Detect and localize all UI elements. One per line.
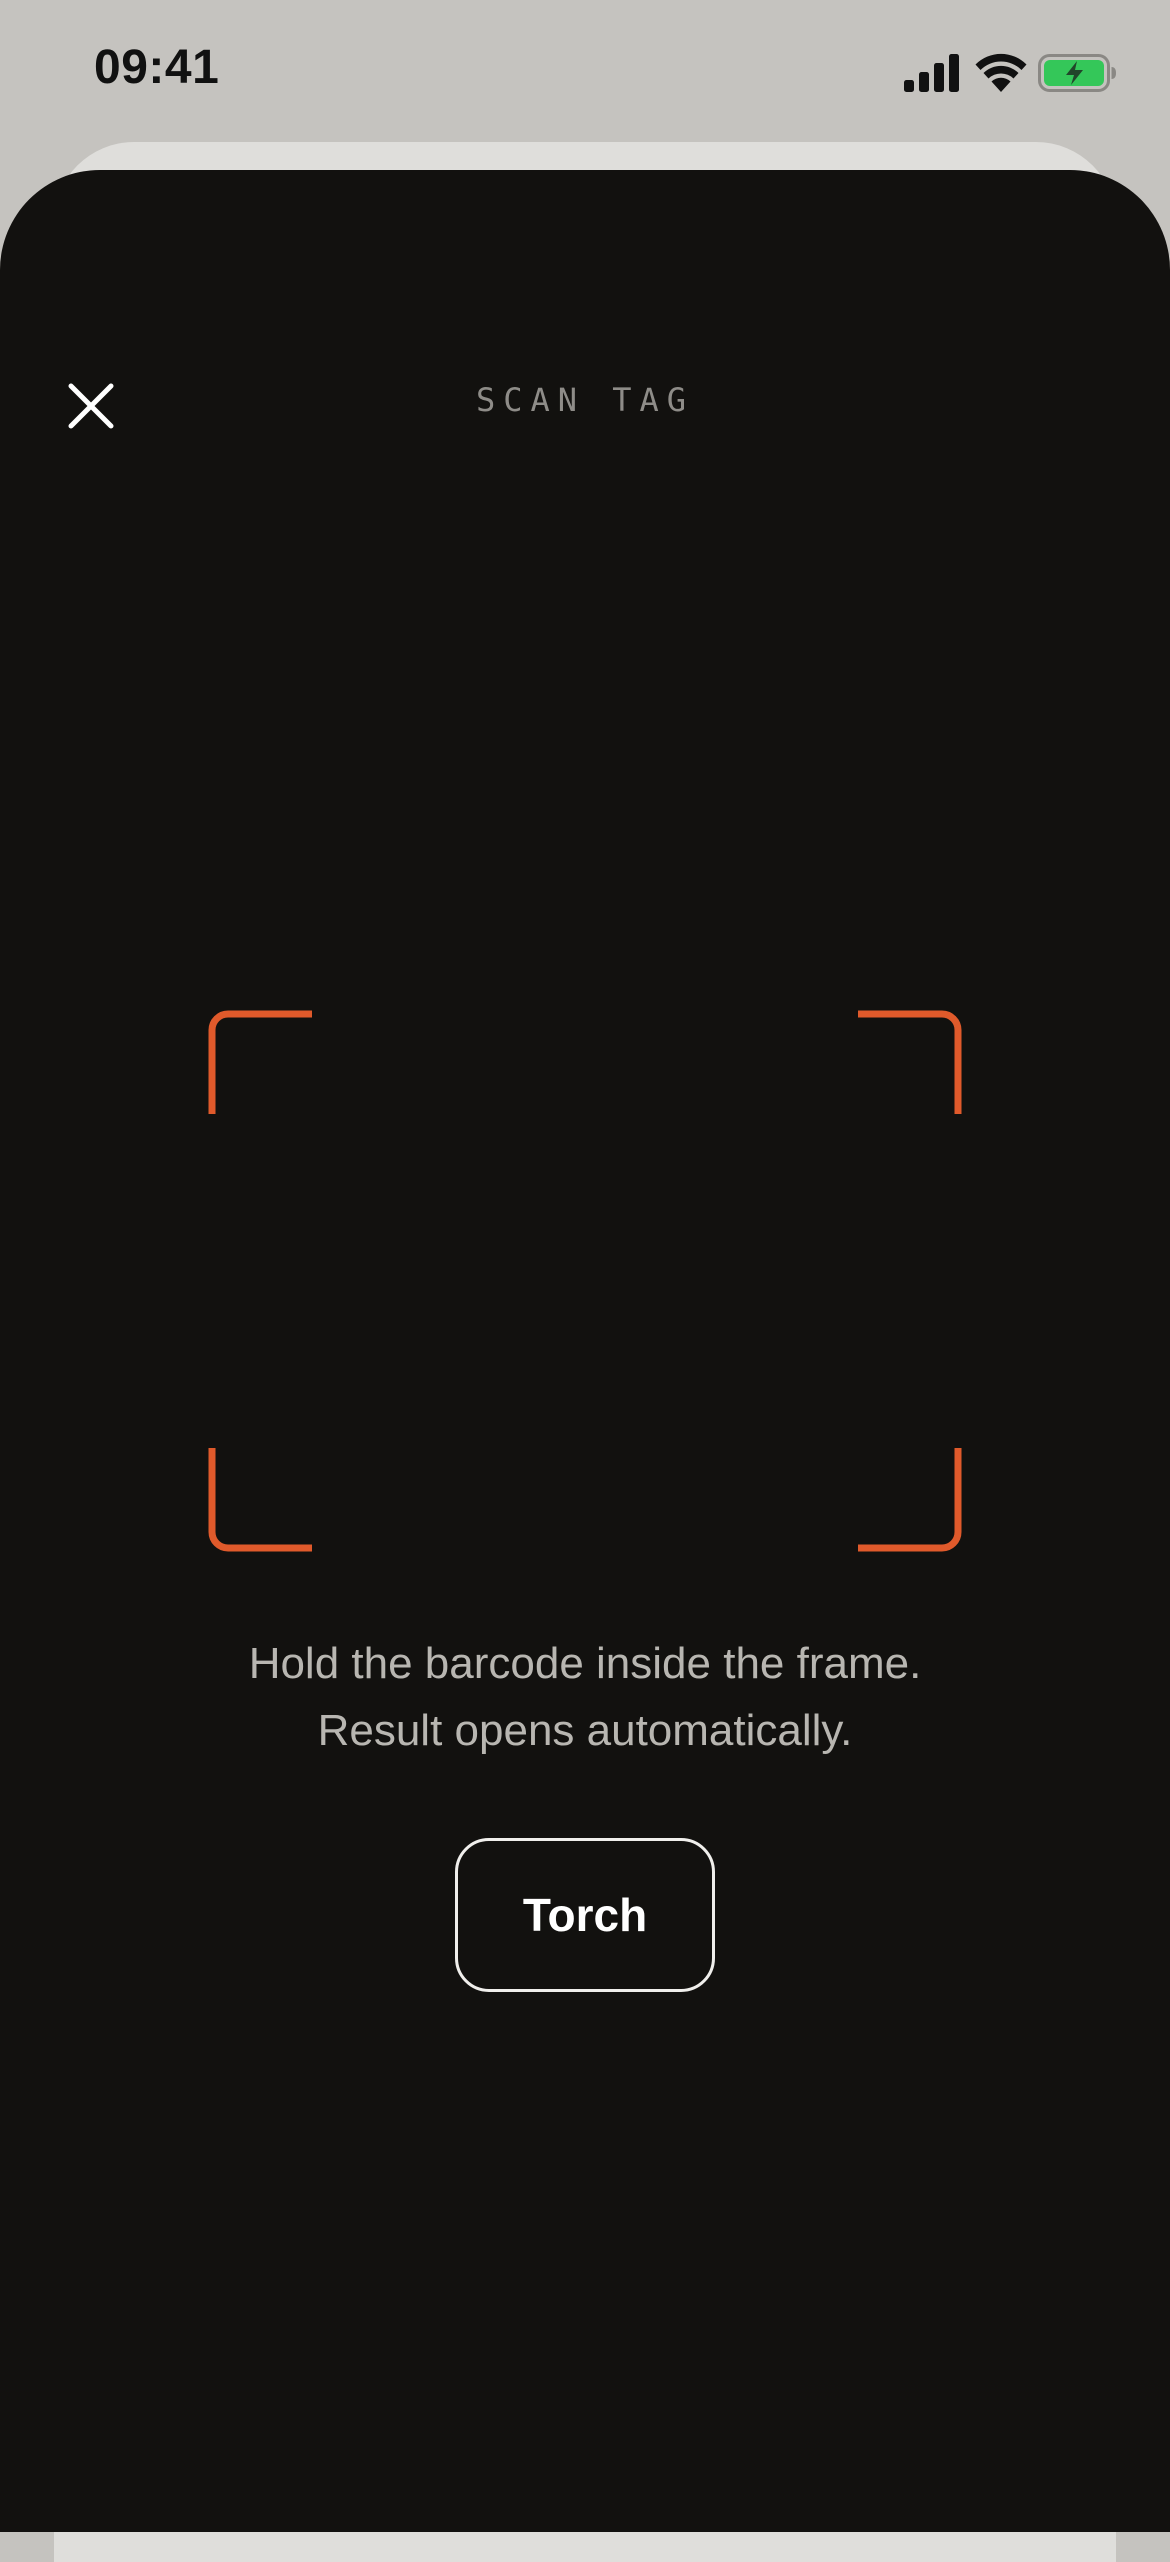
scan-frame bbox=[208, 1010, 962, 1552]
page-title: SCAN TAG bbox=[475, 381, 695, 419]
wifi-icon bbox=[975, 53, 1027, 92]
instruction-line-2: Result opens automatically. bbox=[317, 1706, 853, 1755]
status-bar: 09:41 bbox=[0, 0, 1170, 150]
torch-button[interactable]: Torch bbox=[455, 1838, 715, 1992]
scan-frame-corner-top-left bbox=[208, 1010, 312, 1114]
scan-frame-corner-bottom-right bbox=[858, 1448, 962, 1552]
scan-frame-corner-bottom-left bbox=[208, 1448, 312, 1552]
status-time: 09:41 bbox=[94, 41, 220, 94]
battery-charging-icon bbox=[1038, 54, 1116, 92]
instruction-line-1: Hold the barcode inside the frame. bbox=[248, 1639, 922, 1688]
scan-frame-corner-top-right bbox=[858, 1010, 962, 1114]
cellular-signal-icon bbox=[904, 54, 959, 92]
scan-instructions: Hold the barcode inside the frame. Resul… bbox=[0, 1630, 1170, 1764]
